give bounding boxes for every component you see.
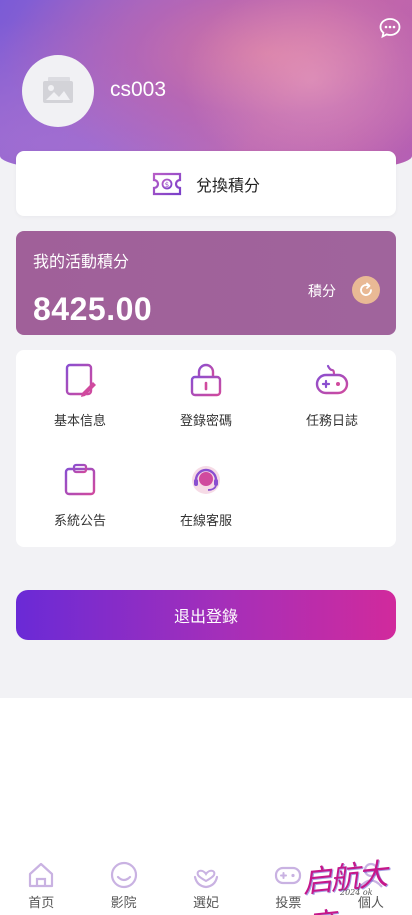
refresh-icon bbox=[360, 282, 372, 296]
refresh-points-button[interactable] bbox=[352, 276, 380, 304]
svg-text:$: $ bbox=[165, 181, 169, 189]
tab-label: 投票 bbox=[275, 896, 302, 911]
avatar[interactable] bbox=[22, 55, 94, 127]
tab-select[interactable]: 選妃 bbox=[165, 850, 247, 915]
menu-item-label: 在線客服 bbox=[179, 514, 232, 529]
menu-card: 基本信息 登錄密碼 任務日誌 系統公告 在線客服 bbox=[16, 350, 396, 547]
tab-home[interactable]: 首页 bbox=[0, 850, 82, 915]
menu-item-label: 基本信息 bbox=[53, 414, 106, 429]
menu-item-online-support[interactable]: 在線客服 bbox=[143, 450, 269, 540]
points-title: 我的活動積分 bbox=[33, 252, 130, 271]
menu-item-basic-info[interactable]: 基本信息 bbox=[17, 350, 143, 440]
tab-label: 影院 bbox=[110, 896, 137, 911]
image-placeholder-icon bbox=[43, 77, 73, 103]
bottom-tab-bar: 首页 影院 選妃 投票 個人 bbox=[0, 850, 412, 915]
chat-bubble-icon[interactable] bbox=[378, 16, 402, 40]
exchange-points-button[interactable]: $ 兌換積分 bbox=[16, 151, 396, 216]
points-unit: 積分 bbox=[308, 284, 336, 300]
person-icon bbox=[358, 862, 383, 888]
gamepad-icon bbox=[275, 866, 302, 885]
menu-item-label: 登錄密碼 bbox=[179, 414, 232, 429]
home-icon bbox=[29, 862, 54, 888]
tab-profile[interactable]: 個人 bbox=[330, 850, 412, 915]
menu-item-system-notice[interactable]: 系統公告 bbox=[17, 450, 143, 540]
headset-support-icon bbox=[192, 466, 220, 494]
notice-board-icon bbox=[64, 463, 96, 496]
menu-item-task-log[interactable]: 任務日誌 bbox=[269, 350, 395, 440]
lock-icon bbox=[190, 363, 222, 397]
menu-item-login-password[interactable]: 登錄密碼 bbox=[143, 350, 269, 440]
ticket-icon: $ bbox=[152, 172, 182, 195]
points-value: 8425.00 bbox=[33, 291, 153, 327]
heart-hands-icon bbox=[193, 869, 219, 889]
exchange-points-label: 兌換積分 bbox=[195, 175, 260, 195]
tab-label: 首页 bbox=[28, 896, 55, 911]
activity-points-card: 我的活動積分 8425.00 積分 bbox=[16, 231, 396, 335]
username: cs003 bbox=[110, 78, 167, 101]
edit-document-icon bbox=[65, 363, 96, 397]
smile-icon bbox=[110, 861, 137, 889]
menu-item-label: 系統公告 bbox=[53, 514, 106, 529]
tab-label: 個人 bbox=[357, 896, 384, 911]
menu-item-label: 任務日誌 bbox=[305, 414, 358, 429]
logout-button[interactable]: 退出登錄 bbox=[16, 590, 396, 640]
tab-label: 選妃 bbox=[193, 896, 220, 911]
tab-cinema[interactable]: 影院 bbox=[82, 850, 164, 915]
gamepad-icon bbox=[315, 364, 349, 395]
tab-vote[interactable]: 投票 bbox=[247, 850, 329, 915]
